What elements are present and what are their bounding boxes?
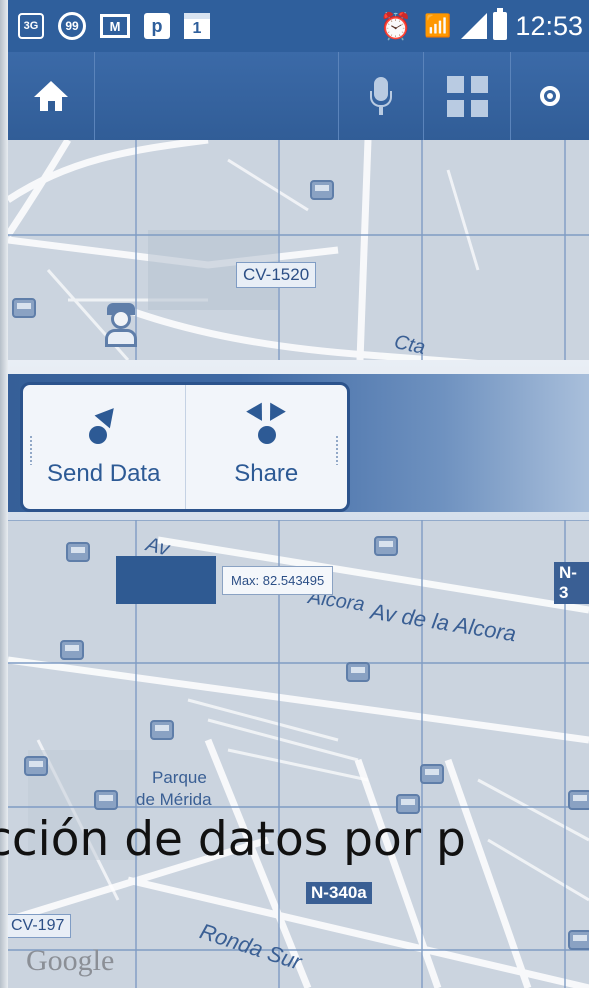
road-label-n340a: N-340a (306, 882, 372, 904)
calendar-icon: 1 (184, 13, 210, 39)
grid-view-button[interactable] (423, 52, 510, 140)
bus-stop-icon[interactable] (420, 764, 444, 784)
data-marker[interactable] (116, 556, 216, 604)
grid-icon (446, 75, 488, 117)
wifi-icon: 📶 (424, 13, 452, 38)
action-bar: Send Data Share (8, 374, 589, 512)
road-label-n3: N-3 (554, 562, 589, 604)
caption-overlay: cción de datos por p (0, 808, 589, 878)
voice-button[interactable] (338, 52, 423, 140)
action-panel: Send Data Share (8, 360, 589, 520)
my-location-button[interactable] (510, 52, 589, 140)
drag-handle-right[interactable] (335, 435, 339, 465)
action-button-group: Send Data Share (20, 382, 350, 512)
google-logo: Google (26, 944, 115, 977)
bus-stop-icon[interactable] (60, 640, 84, 660)
3g-icon: 3G (18, 13, 44, 39)
home-button[interactable] (8, 52, 95, 140)
message-count-icon: 99 (58, 12, 86, 40)
microphone-icon (370, 77, 392, 115)
bus-stop-icon[interactable] (150, 720, 174, 740)
bus-stop-icon[interactable] (66, 542, 90, 562)
status-right: ⏰ 📶 12:53 (379, 8, 583, 42)
max-value-tooltip: Max: 82.543495 (222, 566, 334, 595)
gmail-icon: M (100, 14, 130, 38)
status-bar: 3G 99 M p 1 ⏰ 📶 12:53 (8, 0, 589, 52)
signal-icon (461, 13, 488, 39)
location-icon (540, 86, 560, 106)
share-button[interactable]: Share (184, 385, 348, 509)
road-label-cv197: CV-197 (8, 914, 72, 938)
caption-text: cción de datos por p (0, 812, 466, 867)
bus-stop-icon[interactable] (94, 790, 118, 810)
battery-icon (493, 8, 508, 40)
bus-stop-icon[interactable] (374, 536, 398, 556)
drag-handle-left[interactable] (29, 435, 33, 465)
status-time: 12:53 (515, 10, 583, 41)
park-label-merida: de Mérida (136, 790, 212, 809)
app-toolbar (8, 52, 589, 140)
share-icon (246, 402, 287, 446)
road-label-cv1520: CV-1520 (236, 262, 317, 288)
bus-stop-icon[interactable] (24, 756, 48, 776)
bus-stop-icon[interactable] (310, 180, 334, 200)
bus-stop-icon[interactable] (568, 930, 589, 950)
send-data-icon (88, 401, 122, 446)
alarm-icon: ⏰ (379, 10, 413, 41)
bus-stop-icon[interactable] (12, 298, 36, 318)
bus-stop-icon[interactable] (346, 662, 370, 682)
send-data-label: Send Data (47, 460, 161, 487)
send-data-button[interactable]: Send Data (23, 385, 185, 509)
parking-icon: p (144, 13, 170, 39)
share-label: Share (234, 460, 299, 487)
bus-stop-icon[interactable] (568, 790, 589, 810)
user-location-marker-icon[interactable] (103, 303, 139, 347)
park-label: Parque (152, 768, 207, 787)
home-icon (34, 81, 68, 111)
